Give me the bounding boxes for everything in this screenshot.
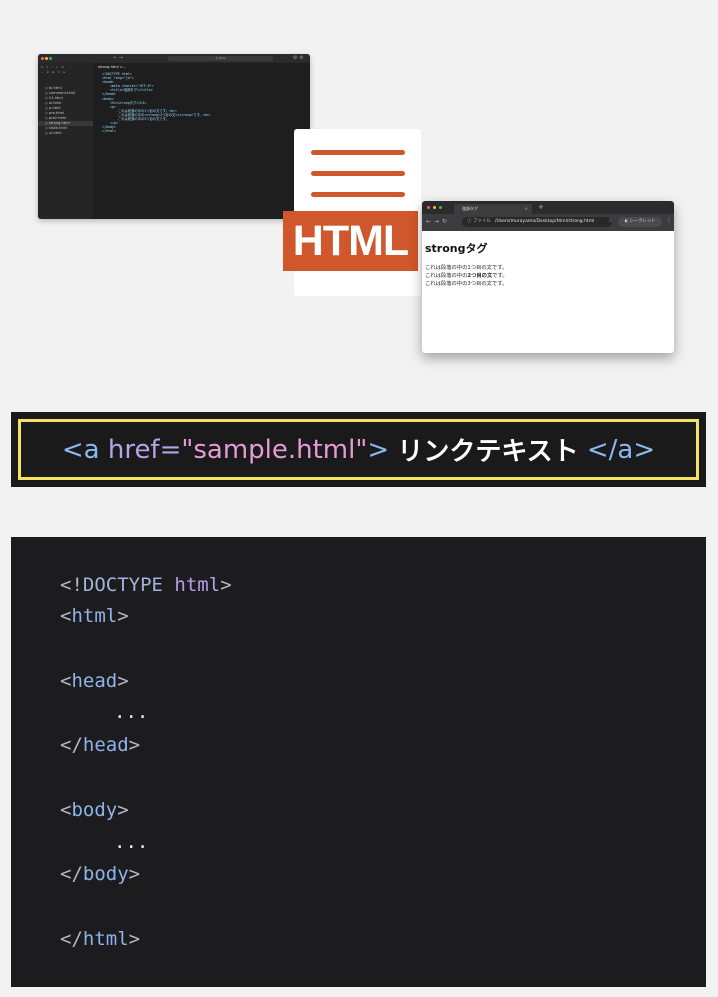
code-line-ellipsis: ...	[114, 701, 149, 723]
browser-window: 強調タグ × + ←→↻ ⓘ ファイル/Users/murayama/Deskto…	[422, 201, 674, 353]
settings-icon[interactable]: ⚙ ⚙	[293, 55, 304, 61]
close-icon[interactable]: ×	[525, 204, 528, 214]
code-line-doctype: <!DOCTYPE html>	[60, 574, 232, 596]
html-label: HTML	[283, 211, 418, 271]
menu-icon[interactable]: ⋮	[666, 217, 672, 224]
code-line-head-close: </head>	[60, 734, 141, 756]
minimize-dot[interactable]	[45, 57, 48, 60]
file-chip: ⓘ ファイル	[467, 219, 491, 224]
anchor-close-tag: </a>	[586, 434, 656, 465]
code-line-html-close: </html>	[60, 928, 141, 950]
paragraph-line: これは段落の中の2つ目の文です。	[425, 273, 508, 279]
maximize-dot[interactable]	[439, 206, 442, 209]
anchor-attr: href=	[107, 434, 182, 465]
file-line-icon	[311, 171, 405, 176]
minimize-dot[interactable]	[433, 206, 436, 209]
close-dot[interactable]	[41, 57, 44, 60]
code-line-head-open: <head>	[60, 670, 129, 692]
editor-title-bar: ← → ⚲ html ⚙ ⚙	[38, 54, 310, 63]
explorer-actions-icons[interactable]: ⌄ ⊕ ⊞ ↻ ⊟	[41, 70, 66, 74]
file-line-icon	[311, 192, 405, 197]
anchor-text: リンクテキスト	[397, 437, 579, 467]
code-block: <!DOCTYPE html> <html> <head> ... </head…	[11, 537, 706, 987]
editor-code[interactable]: <!DOCTYPE html> <html lang="ja"> <head> <m…	[102, 72, 211, 133]
code-line-body-close: </body>	[60, 863, 141, 885]
anchor-value: "sample.html"	[181, 434, 368, 465]
anchor-example-frame: <a href= "sample.html" > リンクテキスト </a>	[18, 419, 699, 480]
url-bar[interactable]: ⓘ ファイル/Users/murayama/Desktop/html/stron…	[462, 217, 612, 227]
code-editor-window: ← → ⚲ html ⚙ ⚙ ⧉ ⚲ ⑂ ▷ ⚙ ⌄ ⊕ ⊞ ↻ ⊟ ◇ br.…	[38, 54, 310, 219]
file-item[interactable]: ◇ ul.html	[45, 131, 62, 136]
nav-arrows-icon[interactable]: ← →	[113, 55, 123, 61]
code-line-body-open: <body>	[60, 799, 129, 821]
new-tab-icon[interactable]: +	[538, 203, 544, 211]
anchor-open-tag: <a	[61, 434, 100, 465]
browser-toolbar: ←→↻ ⓘ ファイル/Users/murayama/Desktop/html/s…	[422, 214, 674, 231]
incognito-badge[interactable]: ◐ シークレット	[618, 217, 662, 227]
editor-search-bar[interactable]: ⚲ html	[168, 56, 273, 61]
anchor-example-banner: <a href= "sample.html" > リンクテキスト </a>	[11, 412, 706, 487]
anchor-bracket: >	[367, 434, 390, 465]
html-file-icon: HTML	[283, 129, 421, 296]
star-icon[interactable]: ☆	[608, 218, 612, 224]
editor-tab[interactable]: strong.html >...	[98, 65, 126, 69]
paragraph-line: これは段落の中の1つ目の文です。	[425, 265, 508, 271]
file-line-icon	[311, 150, 405, 155]
explorer-sidebar: ⧉ ⚲ ⑂ ▷ ⚙ ⌄ ⊕ ⊞ ↻ ⊟ ◇ br.html ◇ comment.…	[38, 63, 93, 219]
paragraph-line: これは段落の中の3つ目の文です。	[425, 281, 508, 287]
explorer-toolbar-icons[interactable]: ⧉ ⚲ ⑂ ▷ ⚙	[41, 65, 65, 69]
page-heading: strongタグ	[425, 242, 488, 255]
code-line-html-open: <html>	[60, 605, 129, 627]
nav-buttons-icon[interactable]: ←→↻	[426, 218, 450, 225]
editor-code-line[interactable]: </html>	[102, 129, 211, 133]
browser-tab[interactable]: 強調タグ ×	[454, 204, 532, 214]
maximize-dot[interactable]	[49, 57, 52, 60]
close-dot[interactable]	[427, 206, 430, 209]
code-line-ellipsis: ...	[114, 831, 149, 853]
browser-tab-bar: 強調タグ × +	[422, 201, 674, 214]
